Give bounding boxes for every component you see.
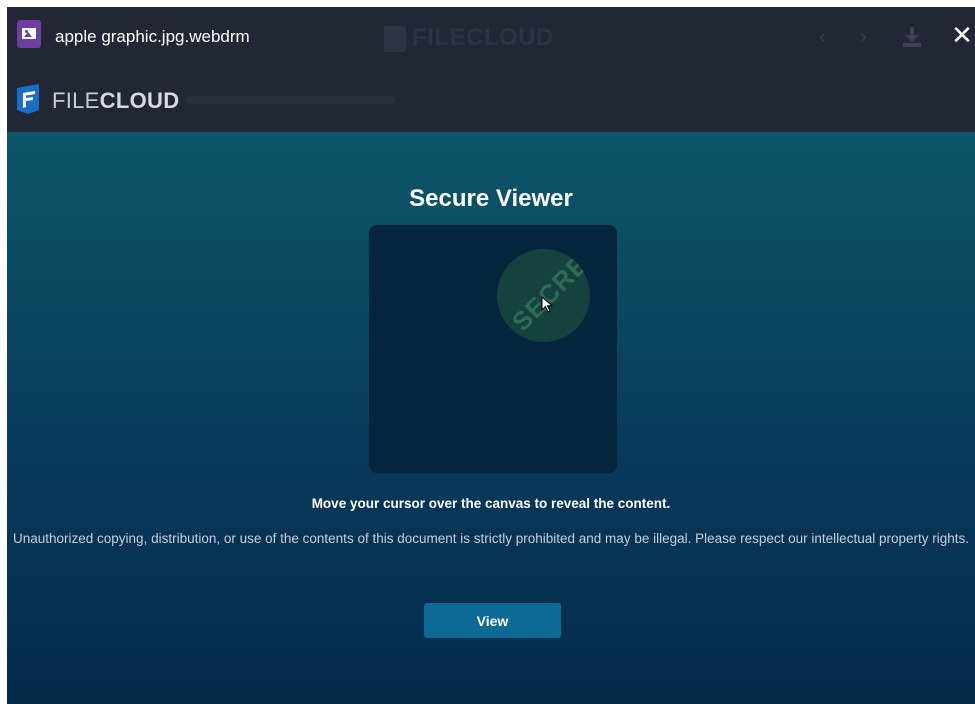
secure-viewer-panel: Secure Viewer SECRET Move your cursor ov…: [7, 132, 975, 704]
chevron-left-icon: ‹: [819, 26, 826, 48]
download-icon[interactable]: [902, 26, 922, 48]
image-file-icon: [17, 20, 41, 48]
filecloud-mark-icon: [384, 25, 406, 52]
instruction-text: Move your cursor over the canvas to reve…: [311, 496, 671, 511]
brand-name-bold: CLOUD: [99, 88, 180, 113]
brand-name: FILECLOUD: [52, 88, 179, 114]
close-button[interactable]: ✕: [951, 22, 973, 48]
next-button[interactable]: ›: [860, 25, 867, 49]
previous-button[interactable]: ‹: [819, 25, 826, 49]
title-bar: apple graphic.jpg.webdrm FILECLOUD ‹ › ✕: [7, 7, 975, 68]
watermark-logo: FILECLOUD: [384, 24, 554, 52]
copyright-notice: Unauthorized copying, distribution, or u…: [12, 531, 969, 546]
view-button[interactable]: View: [424, 603, 561, 638]
secure-canvas[interactable]: SECRET: [369, 225, 617, 473]
chevron-right-icon: ›: [860, 26, 867, 48]
file-name: apple graphic.jpg.webdrm: [55, 27, 250, 46]
page-title: Secure Viewer: [409, 185, 573, 212]
brand-header: FILECLOUD: [7, 68, 975, 132]
mouse-cursor-icon: [541, 296, 554, 313]
brand-tagline-faded: [185, 96, 395, 104]
filecloud-logo-icon: [17, 84, 39, 114]
watermark-logo-text: FILECLOUD: [412, 24, 554, 51]
close-icon: ✕: [951, 20, 973, 50]
viewer-window: apple graphic.jpg.webdrm FILECLOUD ‹ › ✕…: [7, 7, 975, 704]
brand-name-light: FILE: [52, 88, 100, 113]
